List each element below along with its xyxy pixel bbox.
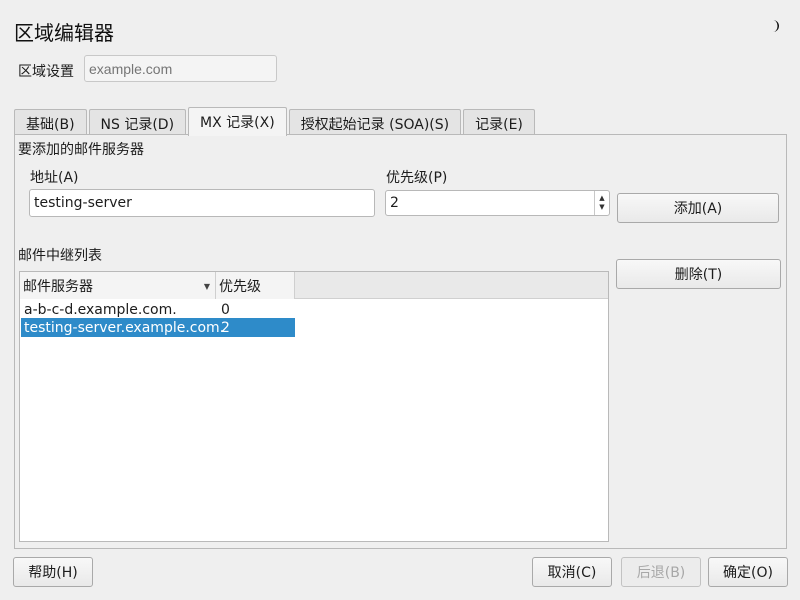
cell-server: testing-server.example.com.: [24, 319, 225, 336]
back-button[interactable]: 后退(B): [621, 557, 701, 587]
tab-mx-records[interactable]: MX 记录(X): [188, 107, 287, 136]
spin-down-icon[interactable]: ▼: [599, 203, 604, 212]
spin-up-icon[interactable]: ▲: [599, 194, 604, 203]
tab-soa[interactable]: 授权起始记录 (SOA)(S): [288, 109, 462, 137]
priority-spinbox[interactable]: 2 ▲ ▼: [385, 190, 610, 216]
tab-bar: 基础(B) NS 记录(D) MX 记录(X) 授权起始记录 (SOA)(S) …: [14, 107, 537, 137]
column-header-mail-server[interactable]: 邮件服务器 ▼: [20, 272, 216, 299]
table-row-selected[interactable]: testing-server.example.com. 2: [21, 318, 295, 337]
spin-buttons[interactable]: ▲ ▼: [594, 191, 609, 215]
address-value: testing-server: [34, 195, 132, 211]
cancel-button[interactable]: 取消(C): [532, 557, 612, 587]
priority-value: 2: [390, 195, 399, 211]
sort-down-icon: ▼: [203, 282, 210, 291]
help-button[interactable]: 帮助(H): [13, 557, 93, 587]
cell-server: a-b-c-d.example.com.: [24, 301, 177, 318]
table-row[interactable]: a-b-c-d.example.com. 0: [21, 300, 295, 319]
tab-records[interactable]: 记录(E): [463, 109, 535, 137]
address-label: 地址(A): [30, 170, 79, 186]
add-button[interactable]: 添加(A): [617, 193, 779, 223]
cell-priority: 0: [221, 301, 230, 318]
mail-server-section-label: 要添加的邮件服务器: [18, 142, 144, 158]
mail-relay-table[interactable]: 邮件服务器 ▼ 优先级 a-b-c-d.example.com. 0 testi…: [19, 271, 609, 542]
moon-icon[interactable]: [768, 19, 782, 33]
column-header-priority[interactable]: 优先级: [216, 272, 295, 299]
tab-basic[interactable]: 基础(B): [14, 109, 87, 137]
cell-priority: 2: [221, 319, 230, 336]
address-input[interactable]: testing-server: [29, 189, 375, 217]
priority-label: 优先级(P): [386, 170, 448, 186]
window-title: 区域编辑器: [14, 21, 114, 45]
zone-settings-label: 区域设置: [18, 64, 74, 80]
tab-ns-records[interactable]: NS 记录(D): [88, 109, 187, 137]
mail-relay-list-label: 邮件中继列表: [18, 248, 102, 264]
zone-input[interactable]: [84, 55, 277, 82]
ok-button[interactable]: 确定(O): [708, 557, 788, 587]
delete-button[interactable]: 删除(T): [616, 259, 781, 289]
table-header: 邮件服务器 ▼ 优先级: [20, 272, 608, 299]
